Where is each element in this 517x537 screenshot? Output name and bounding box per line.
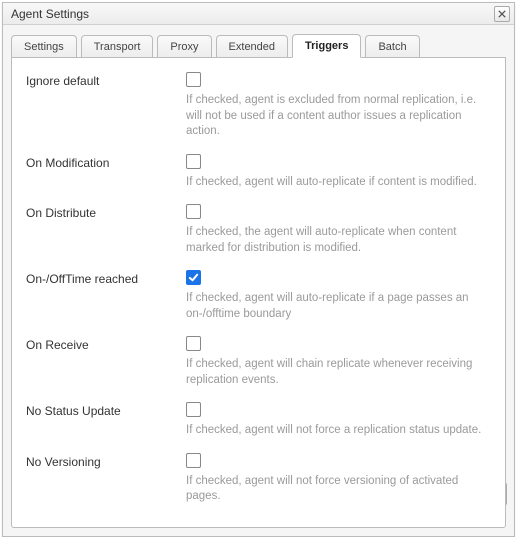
- checkbox-no-versioning[interactable]: [186, 453, 201, 468]
- desc-on-modification: If checked, agent will auto-replicate if…: [186, 175, 491, 191]
- field-on-modification: On Modification If checked, agent will a…: [26, 154, 491, 191]
- tab-triggers[interactable]: Triggers: [292, 34, 361, 58]
- desc-no-versioning: If checked, agent will not force version…: [186, 474, 491, 505]
- field-no-status-update: No Status Update If checked, agent will …: [26, 402, 491, 439]
- close-icon: [498, 10, 506, 18]
- tab-batch[interactable]: Batch: [365, 35, 419, 58]
- label-on-modification: On Modification: [26, 154, 186, 170]
- label-no-versioning: No Versioning: [26, 453, 186, 469]
- tab-transport[interactable]: Transport: [81, 35, 154, 58]
- agent-settings-dialog: Agent Settings Settings Transport Proxy …: [2, 2, 515, 537]
- field-on-offtime: On-/OffTime reached If checked, agent wi…: [26, 270, 491, 322]
- tab-bar: Settings Transport Proxy Extended Trigge…: [3, 25, 514, 57]
- field-on-distribute: On Distribute If checked, the agent will…: [26, 204, 491, 256]
- label-no-status-update: No Status Update: [26, 402, 186, 418]
- label-ignore-default: Ignore default: [26, 72, 186, 88]
- field-ignore-default: Ignore default If checked, agent is excl…: [26, 72, 491, 140]
- label-on-distribute: On Distribute: [26, 204, 186, 220]
- checkbox-on-modification[interactable]: [186, 154, 201, 169]
- checkbox-on-offtime[interactable]: [186, 270, 201, 285]
- desc-on-receive: If checked, agent will chain replicate w…: [186, 357, 491, 388]
- desc-on-distribute: If checked, the agent will auto-replicat…: [186, 225, 491, 256]
- desc-on-offtime: If checked, agent will auto-replicate if…: [186, 291, 491, 322]
- dialog-title: Agent Settings: [11, 7, 89, 21]
- label-on-receive: On Receive: [26, 336, 186, 352]
- checkbox-on-receive[interactable]: [186, 336, 201, 351]
- field-on-receive: On Receive If checked, agent will chain …: [26, 336, 491, 388]
- check-icon: [188, 272, 199, 283]
- tab-extended[interactable]: Extended: [216, 35, 288, 58]
- tab-proxy[interactable]: Proxy: [157, 35, 211, 58]
- desc-ignore-default: If checked, agent is excluded from norma…: [186, 93, 491, 140]
- close-button[interactable]: [494, 6, 510, 22]
- titlebar: Agent Settings: [3, 3, 514, 25]
- tab-settings[interactable]: Settings: [11, 35, 77, 58]
- field-no-versioning: No Versioning If checked, agent will not…: [26, 453, 491, 505]
- desc-no-status-update: If checked, agent will not force a repli…: [186, 423, 491, 439]
- checkbox-on-distribute[interactable]: [186, 204, 201, 219]
- label-on-offtime: On-/OffTime reached: [26, 270, 186, 286]
- checkbox-ignore-default[interactable]: [186, 72, 201, 87]
- checkbox-no-status-update[interactable]: [186, 402, 201, 417]
- triggers-panel: Ignore default If checked, agent is excl…: [11, 57, 506, 528]
